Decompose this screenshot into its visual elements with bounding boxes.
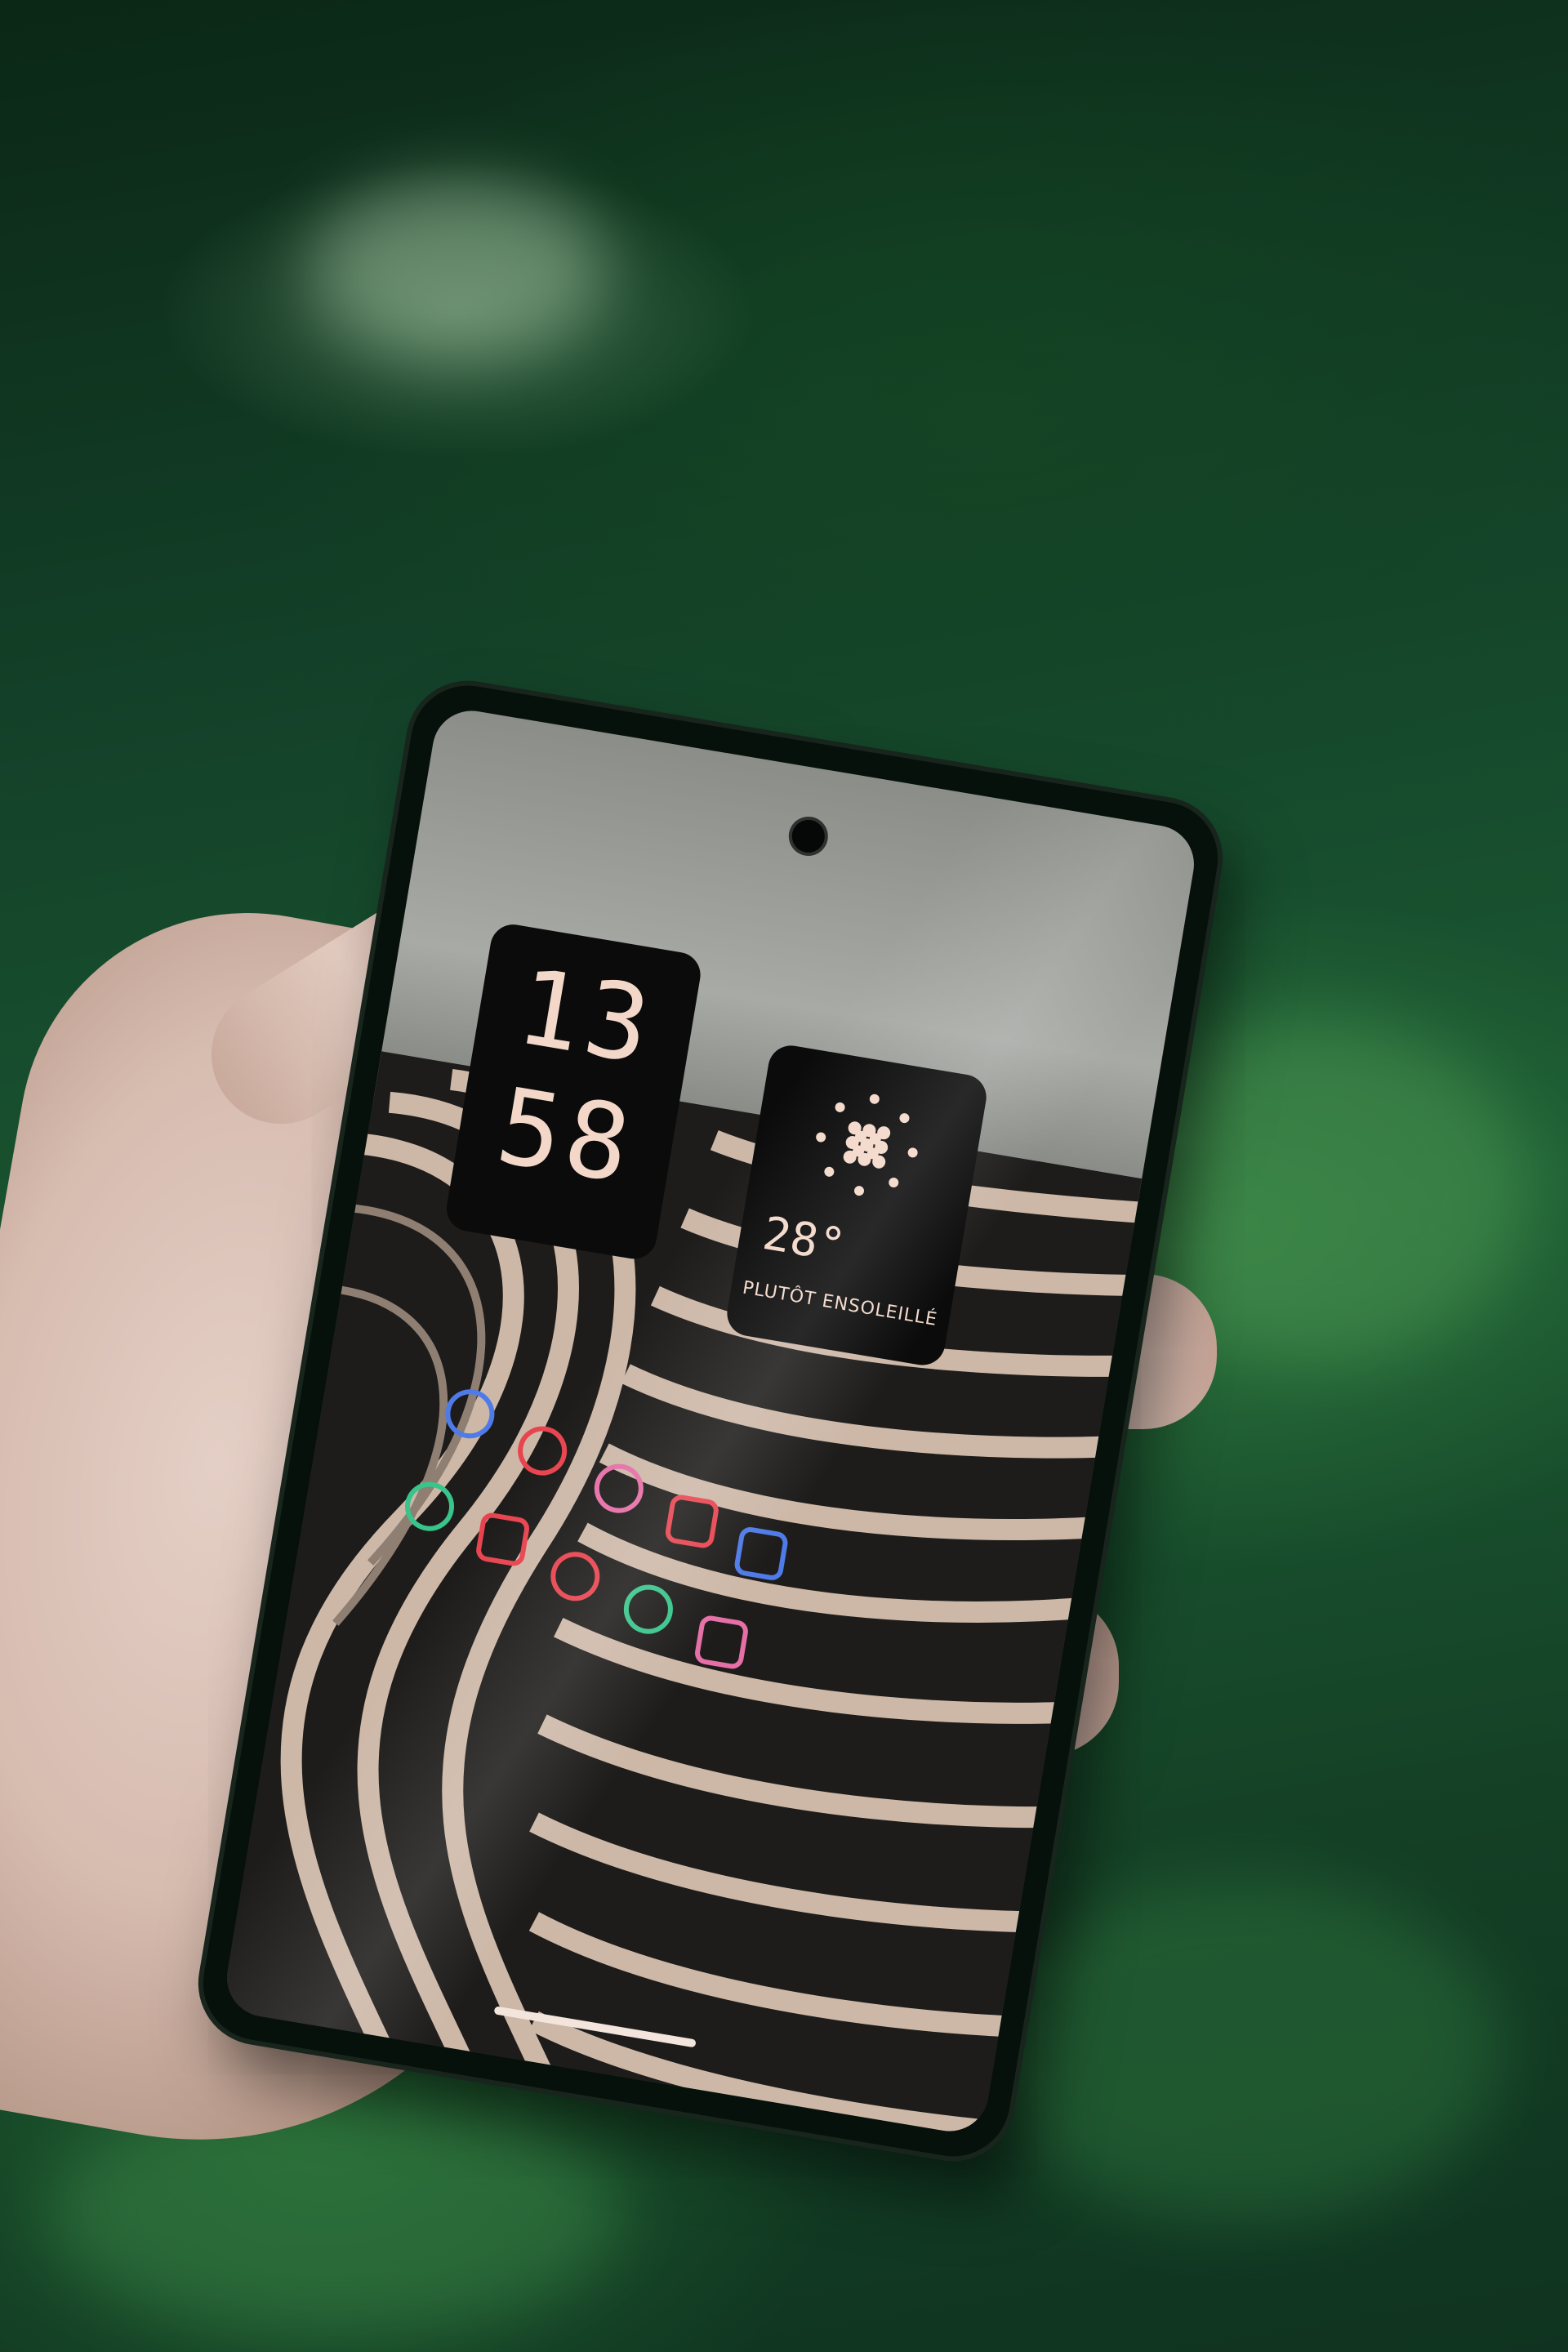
gmail-icon[interactable] xyxy=(474,1511,532,1568)
photo-scene: 13 58 28° PLUTÔT ENSOLEILLÉ xyxy=(0,0,1568,2352)
store-icon[interactable] xyxy=(693,1614,751,1671)
sun-icon xyxy=(816,1094,918,1196)
front-camera xyxy=(789,817,827,855)
youtube-icon[interactable] xyxy=(663,1493,720,1550)
background-grass-highlight xyxy=(980,1878,1503,2221)
clock-time: 13 58 xyxy=(452,941,701,1214)
temperature: 28° xyxy=(759,1206,849,1273)
wallpaper-building xyxy=(220,1051,1143,2137)
background-grass-highlight xyxy=(310,180,604,359)
weather-condition: PLUTÔT ENSOLEILLÉ xyxy=(741,1277,939,1330)
photos-icon[interactable] xyxy=(733,1525,790,1583)
